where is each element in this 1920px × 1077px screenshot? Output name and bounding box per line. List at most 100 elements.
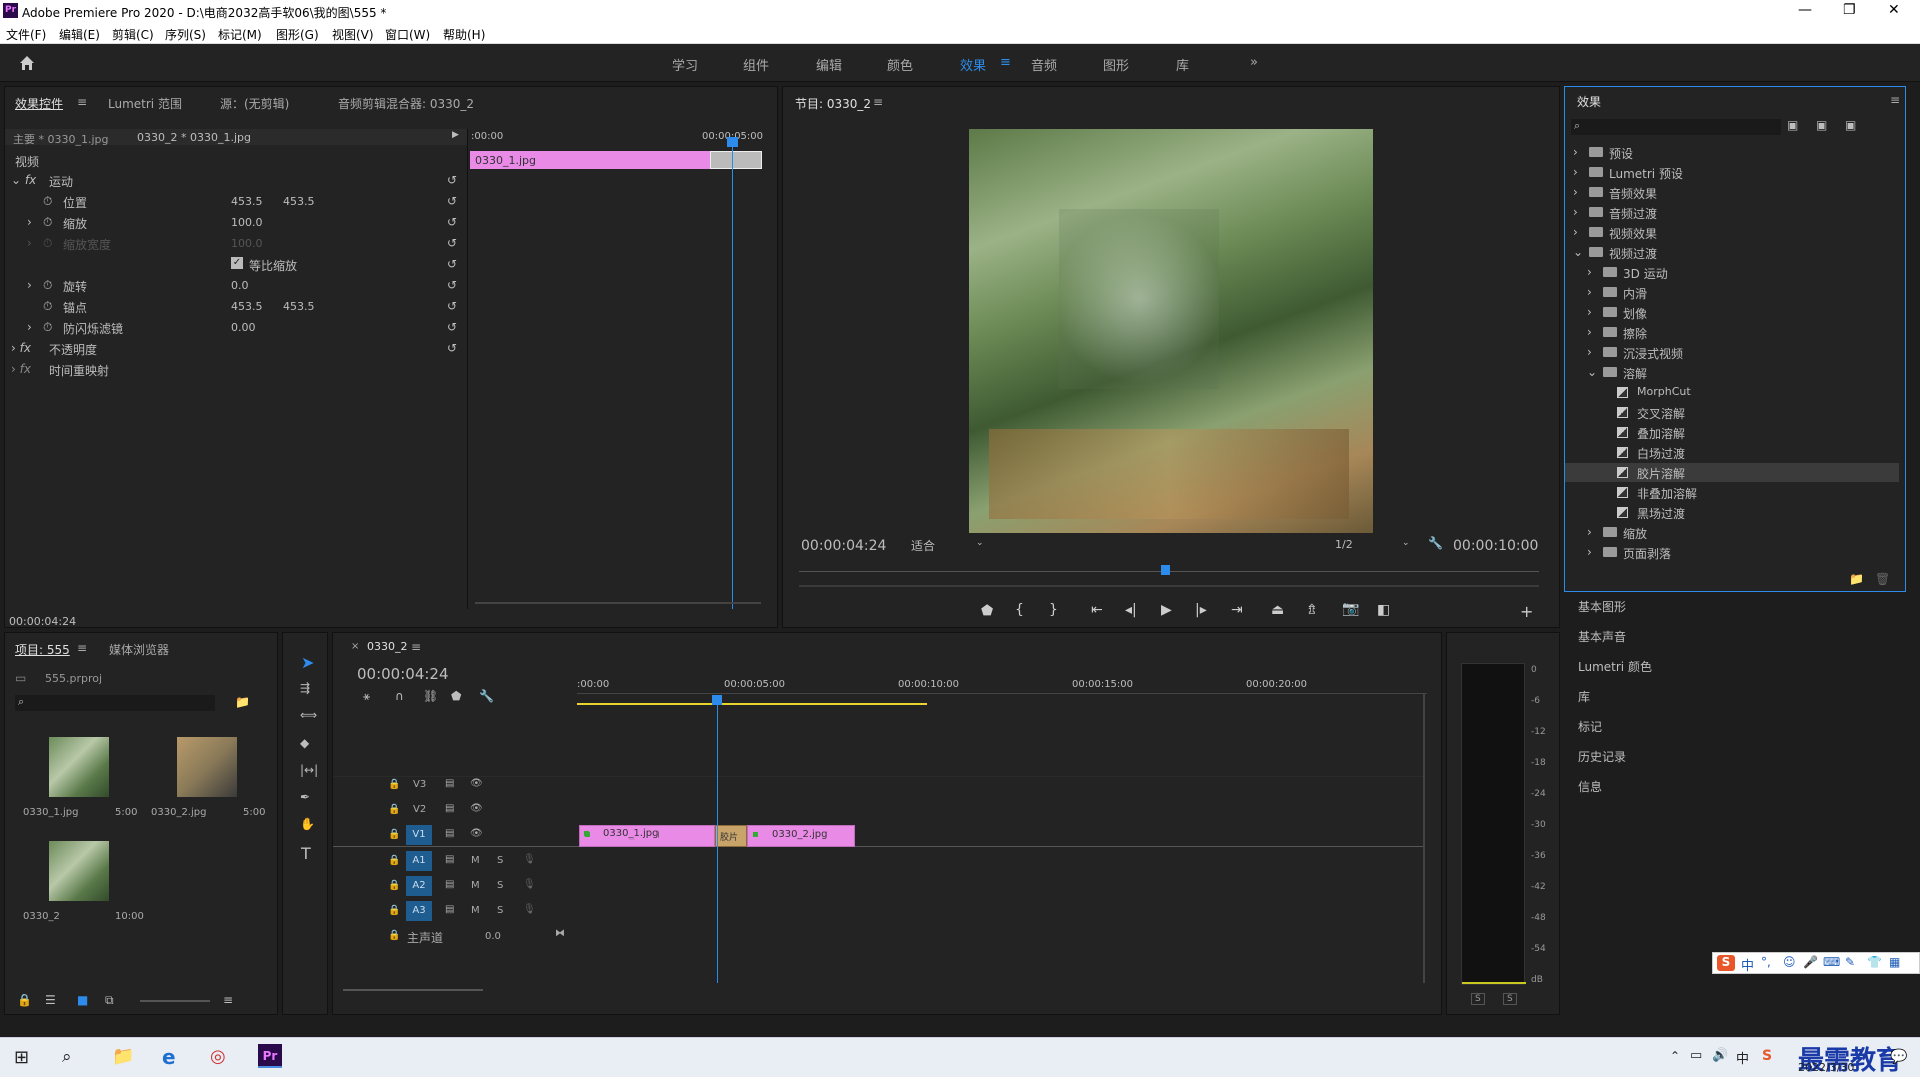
mic-icon[interactable]: 🎙 [523, 854, 536, 865]
premiere-taskbar-icon[interactable]: Pr [258, 1044, 282, 1068]
effect-folder[interactable]: › Lumetri 预设 [1565, 163, 1899, 182]
project-search-input[interactable] [15, 695, 215, 711]
effect-item[interactable]: 胶片溶解 [1565, 463, 1899, 482]
lock-icon[interactable]: 🔒 [388, 855, 400, 866]
close-icon[interactable]: × [351, 641, 359, 652]
menu-file[interactable]: 文件(F) [6, 26, 46, 43]
maximize-icon[interactable]: ❐ [1843, 2, 1856, 18]
chevron-right-icon[interactable]: › [1587, 285, 1592, 299]
effect-folder[interactable]: › 音频效果 [1565, 183, 1899, 202]
reset-icon[interactable]: ↺ [447, 299, 457, 313]
play-icon[interactable]: ▶ [1161, 602, 1172, 618]
timeline-transition[interactable]: 胶片 [715, 825, 747, 847]
lock-icon[interactable]: 🔒 [388, 905, 400, 916]
effect-folder[interactable]: ⌄ 视频过渡 [1565, 243, 1899, 262]
effect-item[interactable]: MorphCut [1565, 383, 1899, 402]
app-icon[interactable]: ◎ [210, 1046, 226, 1067]
master-menu-icon[interactable]: ⧓ [555, 928, 565, 939]
voice-icon[interactable]: 🎤 [1803, 955, 1818, 969]
stopwatch-icon[interactable]: ⏱ [43, 299, 52, 314]
edge-browser-icon[interactable]: e [162, 1045, 176, 1069]
emoji-icon[interactable]: ☺ [1783, 955, 1796, 969]
program-timecode[interactable]: 00:00:04:24 [801, 538, 886, 554]
close-icon[interactable]: ✕ [1888, 2, 1900, 18]
reset-icon[interactable]: ↺ [447, 173, 457, 187]
scale-value[interactable]: 100.0 [231, 216, 263, 229]
mark-in-icon[interactable]: { [1015, 602, 1024, 618]
markers-panel[interactable]: 标记 [1578, 718, 1602, 735]
ripple-edit-tool-icon[interactable]: ⟺ [300, 708, 317, 722]
source-clip-selector[interactable]: 0330_2 * 0330_1.jpg [137, 131, 251, 144]
project-item[interactable]: 0330_1.jpg 5:00 [15, 729, 137, 829]
reset-icon[interactable]: ↺ [447, 320, 457, 334]
effect-folder[interactable]: › 沉浸式视频 [1565, 343, 1899, 362]
step-forward-icon[interactable]: |▸ [1195, 602, 1207, 618]
lock-icon[interactable]: 🔒 [17, 993, 32, 1007]
work-area-bar[interactable] [577, 703, 927, 705]
lock-icon[interactable]: 🔒 [388, 930, 400, 941]
essential-sound-panel[interactable]: 基本声音 [1578, 628, 1626, 645]
sogou-taskbar-icon[interactable]: S [1762, 1048, 1772, 1064]
notification-icon[interactable]: 💬 [1890, 1049, 1907, 1065]
razor-tool-icon[interactable]: ◆ [300, 736, 309, 750]
effect-folder[interactable]: › 缩放 [1565, 523, 1899, 542]
solo-left-button[interactable]: S [1471, 993, 1485, 1005]
keyboard-icon[interactable]: ⌨ [1823, 955, 1840, 969]
timeline-playhead[interactable] [717, 695, 718, 983]
wrench-icon[interactable]: 🔧 [1428, 536, 1443, 550]
chevron-right-icon[interactable]: › [1573, 145, 1578, 159]
eye-icon[interactable]: 👁 [470, 778, 483, 789]
position-x-value[interactable]: 453.5 [231, 195, 263, 208]
history-panel[interactable]: 历史记录 [1578, 748, 1626, 765]
icon-view-icon[interactable]: ■ [77, 993, 88, 1007]
a3-target[interactable]: A3 [406, 901, 432, 921]
effect-folder[interactable]: › 视频效果 [1565, 223, 1899, 242]
effect-folder[interactable]: › 内滑 [1565, 283, 1899, 302]
home-icon[interactable] [18, 54, 36, 72]
ws-libraries[interactable]: 库 [1176, 55, 1189, 74]
chevron-right-icon[interactable]: › [1587, 345, 1592, 359]
tab-effect-controls[interactable]: 效果控件 [15, 95, 63, 112]
accelerated-effects-icon[interactable]: ▣ [1787, 118, 1798, 132]
timeline-zoom-scrollbar[interactable] [343, 989, 483, 991]
ws-learn[interactable]: 学习 [672, 55, 698, 74]
menu-edit[interactable]: 编辑(E) [59, 26, 100, 43]
menu-help[interactable]: 帮助(H) [443, 26, 485, 43]
effect-item[interactable]: 交叉溶解 [1565, 403, 1899, 422]
resolution-dropdown[interactable]: 1/2 [1335, 538, 1353, 551]
hand-tool-icon[interactable]: ✋ [300, 817, 315, 831]
chevron-right-icon[interactable]: › [1587, 525, 1592, 539]
timeline-timecode[interactable]: 00:00:04:24 [357, 665, 449, 683]
lift-icon[interactable]: ⏏ [1271, 602, 1284, 618]
settings-wrench-icon[interactable]: 🔧 [479, 689, 494, 703]
type-tool-icon[interactable]: T [301, 844, 311, 863]
shirt-icon[interactable]: 👕 [1867, 955, 1882, 969]
effect-item[interactable]: 非叠加溶解 [1565, 483, 1899, 502]
lock-icon[interactable]: 🔒 [388, 804, 400, 815]
minimize-icon[interactable]: — [1798, 2, 1812, 18]
anchor-y-value[interactable]: 453.5 [283, 300, 315, 313]
sogou-logo-icon[interactable]: S [1717, 955, 1735, 971]
reset-icon[interactable]: ↺ [447, 215, 457, 229]
zoom-slider[interactable] [140, 1000, 210, 1002]
chevron-down-icon[interactable]: ⌄ [976, 538, 984, 548]
pen-tool-icon[interactable]: ✒ [300, 790, 310, 804]
timeline-clip-2[interactable]: ▪ 0330_2.jpg [747, 825, 855, 847]
stopwatch-icon[interactable]: ⏱ [43, 215, 52, 230]
chevron-down-icon[interactable]: ⌄ [1573, 245, 1583, 259]
mute-button[interactable]: M [471, 855, 480, 866]
ws-editing[interactable]: 编辑 [816, 55, 842, 74]
eye-icon[interactable]: 👁 [470, 803, 483, 814]
project-item[interactable]: 0330_2.jpg 5:00 [143, 729, 265, 829]
trash-icon[interactable]: 🗑 [1875, 572, 1890, 586]
chevron-down-icon[interactable]: ⌄ [1587, 365, 1597, 379]
go-to-out-icon[interactable]: ⇥ [1231, 602, 1243, 618]
play-arrow-icon[interactable]: ▶ [452, 130, 459, 140]
menu-window[interactable]: 窗口(W) [385, 26, 430, 43]
step-back-icon[interactable]: ◂| [1125, 602, 1137, 618]
windows-start-icon[interactable]: ⊞ [14, 1047, 29, 1068]
ws-effects-menu-icon[interactable]: ≡ [1000, 55, 1011, 70]
sync-lock-icon[interactable]: ▤ [445, 854, 454, 865]
tab-source[interactable]: 源：(无剪辑) [220, 95, 289, 112]
tab-audio-mixer[interactable]: 音频剪辑混合器: 0330_2 [338, 95, 474, 112]
